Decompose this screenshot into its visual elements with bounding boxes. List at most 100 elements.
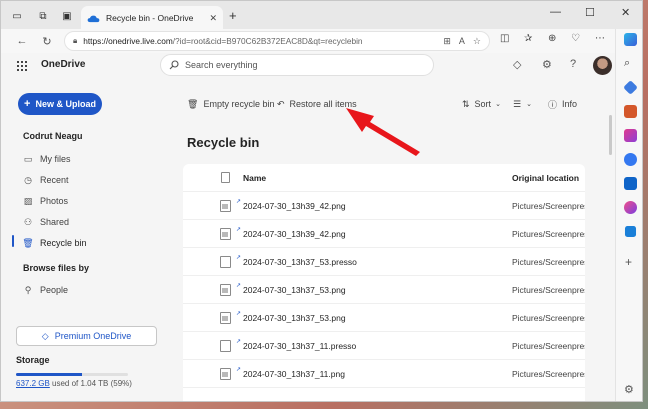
refresh-icon[interactable]: ↻ bbox=[39, 33, 55, 49]
tab-strip: ▭ ⧉ ▣ Recycle bin - OneDrive ✕ + — ☐ ✕ bbox=[1, 1, 642, 30]
scrollbar[interactable] bbox=[609, 115, 612, 155]
diamond-icon: ◇ bbox=[41, 330, 49, 341]
sidebar-item-recent[interactable]: ◷ Recent bbox=[23, 172, 68, 188]
tab-actions-icon[interactable]: ▣ bbox=[59, 8, 75, 24]
sidebar-item-shared[interactable]: ⚇ Shared bbox=[23, 214, 69, 230]
designer-icon[interactable] bbox=[624, 201, 637, 214]
column-location-header[interactable]: Original location bbox=[512, 173, 579, 183]
settings-gear-icon[interactable]: ⚙ bbox=[542, 58, 552, 71]
address-bar[interactable]: 🔒︎ https://onedrive.live.com/?id=root&ci… bbox=[64, 31, 490, 51]
sidebar-item-recycle-bin[interactable]: 🗑︎ Recycle bin bbox=[22, 235, 86, 251]
copilot-icon[interactable] bbox=[624, 33, 637, 46]
image-file-icon: ↗ bbox=[220, 283, 241, 296]
back-icon[interactable]: ← bbox=[14, 33, 30, 49]
sidebar-item-label: Shared bbox=[40, 217, 70, 227]
search-placeholder: Search everything bbox=[185, 60, 258, 70]
original-location: Pictures/Screenpresso bbox=[512, 200, 585, 211]
search-icon bbox=[169, 60, 179, 70]
search-sidebar-icon[interactable]: ⌕ bbox=[624, 57, 630, 70]
help-icon[interactable]: ? bbox=[570, 58, 576, 70]
sidebar-item-my-files[interactable]: ▭ My files bbox=[23, 151, 71, 167]
shortcut-arrow-icon: ↗ bbox=[236, 311, 242, 317]
empty-recycle-bin-button[interactable]: 🗑︎ Empty recycle bin bbox=[187, 97, 274, 111]
new-tab-button[interactable]: + bbox=[229, 8, 237, 23]
person-icon: ⚲ bbox=[24, 284, 32, 295]
user-name: Codrut Neagu bbox=[23, 131, 83, 141]
app-available-icon[interactable]: ⊞ bbox=[443, 36, 451, 47]
favorite-star-icon[interactable]: ☆ bbox=[473, 36, 481, 47]
shortcut-arrow-icon: ↗ bbox=[236, 227, 242, 233]
file-name[interactable]: 2024-07-30_13h37_53.png bbox=[243, 285, 346, 295]
split-screen-icon[interactable]: ◫ bbox=[500, 33, 509, 44]
avatar[interactable] bbox=[593, 56, 612, 75]
search-box[interactable]: Search everything bbox=[160, 54, 434, 76]
outlook-icon[interactable] bbox=[624, 177, 637, 190]
tab-title: Recycle bin - OneDrive bbox=[106, 13, 194, 23]
shortcut-arrow-icon: ↗ bbox=[236, 367, 242, 373]
brand-name[interactable]: OneDrive bbox=[41, 59, 85, 70]
view-options-button[interactable]: ☰ ⌄ bbox=[513, 97, 532, 111]
sidebar-item-label: Photos bbox=[40, 196, 69, 206]
app-launcher-icon[interactable] bbox=[17, 61, 27, 71]
app-header: OneDrive Search everything ◇ ⚙ ? bbox=[1, 53, 615, 79]
premium-diamond-icon[interactable]: ◇ bbox=[513, 58, 521, 71]
table-row[interactable]: ↗ 2024-07-30_13h37_53.presso Pictures/Scre… bbox=[183, 248, 585, 276]
shopping-tag-icon[interactable] bbox=[623, 80, 638, 95]
table-row[interactable]: ↗ 2024-07-30_13h39_42.png Pictures/Screenp… bbox=[183, 192, 585, 220]
tools-briefcase-icon[interactable] bbox=[624, 105, 637, 118]
favorites-icon[interactable]: ✰ bbox=[524, 33, 532, 44]
original-location: Pictures/Screenpresso bbox=[512, 368, 585, 379]
new-upload-button[interactable]: + New & Upload bbox=[18, 93, 102, 115]
file-name[interactable]: 2024-07-30_13h37_11.presso bbox=[243, 341, 356, 351]
sidebar-settings-icon[interactable]: ⚙ bbox=[624, 383, 634, 396]
table-row[interactable]: ↗ 2024-07-30_13h37_53.png Pictures/Screenp… bbox=[183, 276, 585, 304]
table-row[interactable]: ↗ 2024-07-30_13h39_42.png Pictures/Screenp… bbox=[183, 220, 585, 248]
profile-menu-icon[interactable]: ▭ bbox=[9, 8, 25, 24]
browser-window: ▭ ⧉ ▣ Recycle bin - OneDrive ✕ + — ☐ ✕ ←… bbox=[0, 0, 643, 402]
image-file-icon: ↗ bbox=[220, 311, 241, 324]
close-window-button[interactable]: ✕ bbox=[621, 6, 630, 19]
table-row[interactable]: ↗ 2024-07-30_13h37_11.presso Pictures/Scre… bbox=[183, 332, 585, 360]
file-name[interactable]: 2024-07-30_13h39_42.png bbox=[243, 229, 346, 239]
address-toolbar: ← ↻ 🔒︎ https://onedrive.live.com/?id=roo… bbox=[1, 29, 642, 53]
restore-arrow-icon: ↶ bbox=[277, 98, 285, 109]
storage-progress-bar bbox=[16, 373, 128, 376]
original-location: Pictures/Screenpresso bbox=[512, 340, 585, 351]
workspaces-icon[interactable]: ⧉ bbox=[35, 8, 51, 24]
drop-icon[interactable] bbox=[624, 225, 637, 238]
file-name[interactable]: 2024-07-30_13h37_53.presso bbox=[243, 257, 357, 267]
new-upload-label: New & Upload bbox=[35, 99, 96, 109]
browser-essentials-icon[interactable]: ♡ bbox=[571, 33, 580, 44]
games-icon[interactable] bbox=[624, 129, 637, 142]
file-list: Name Original location ↗ 2024-07-30_13h39… bbox=[183, 164, 585, 401]
trash-icon: 🗑︎ bbox=[187, 98, 199, 109]
premium-onedrive-button[interactable]: ◇ Premium OneDrive bbox=[16, 326, 157, 346]
lock-icon: 🔒︎ bbox=[73, 36, 78, 45]
maximize-button[interactable]: ☐ bbox=[585, 6, 595, 19]
info-button[interactable]: ⓘ Info bbox=[548, 97, 577, 111]
sidebar-item-people[interactable]: ⚲ People bbox=[23, 282, 68, 298]
restore-all-items-button[interactable]: ↶ Restore all items bbox=[277, 97, 357, 111]
file-name[interactable]: 2024-07-30_13h39_42.png bbox=[243, 201, 346, 211]
tab-recycle-bin[interactable]: Recycle bin - OneDrive ✕ bbox=[81, 6, 223, 30]
file-name[interactable]: 2024-07-30_13h37_11.png bbox=[243, 369, 345, 379]
file-name[interactable]: 2024-07-30_13h37_53.png bbox=[243, 313, 346, 323]
storage-used-link[interactable]: 637.2 GB bbox=[16, 379, 50, 388]
microsoft365-icon[interactable] bbox=[624, 153, 637, 166]
column-name-header[interactable]: Name bbox=[243, 173, 266, 183]
table-row[interactable]: ↗ 2024-07-30_13h37_53.png Pictures/Screenp… bbox=[183, 304, 585, 332]
table-row[interactable]: ↗ 2024-07-30_13h37_11.png Pictures/Screenp… bbox=[183, 360, 585, 388]
add-sidebar-app-icon[interactable]: + bbox=[625, 255, 632, 269]
file-icon: ↗ bbox=[220, 339, 241, 352]
more-menu-icon[interactable]: ⋯ bbox=[595, 33, 605, 44]
sidebar-item-photos[interactable]: ▨ Photos bbox=[23, 193, 68, 209]
url-text[interactable]: https://onedrive.live.com/?id=root&cid=B… bbox=[83, 36, 435, 46]
read-aloud-icon[interactable]: A bbox=[459, 36, 465, 46]
minimize-button[interactable]: — bbox=[550, 6, 561, 18]
edge-sidebar: ⌕ + ⚙ bbox=[615, 29, 642, 401]
collections-icon[interactable]: ⊕ bbox=[548, 33, 556, 44]
info-icon: ⓘ bbox=[548, 99, 558, 110]
file-type-icon[interactable] bbox=[221, 172, 230, 183]
close-tab-icon[interactable]: ✕ bbox=[209, 13, 217, 24]
sort-button[interactable]: ⇅ Sort ⌄ bbox=[462, 97, 501, 111]
